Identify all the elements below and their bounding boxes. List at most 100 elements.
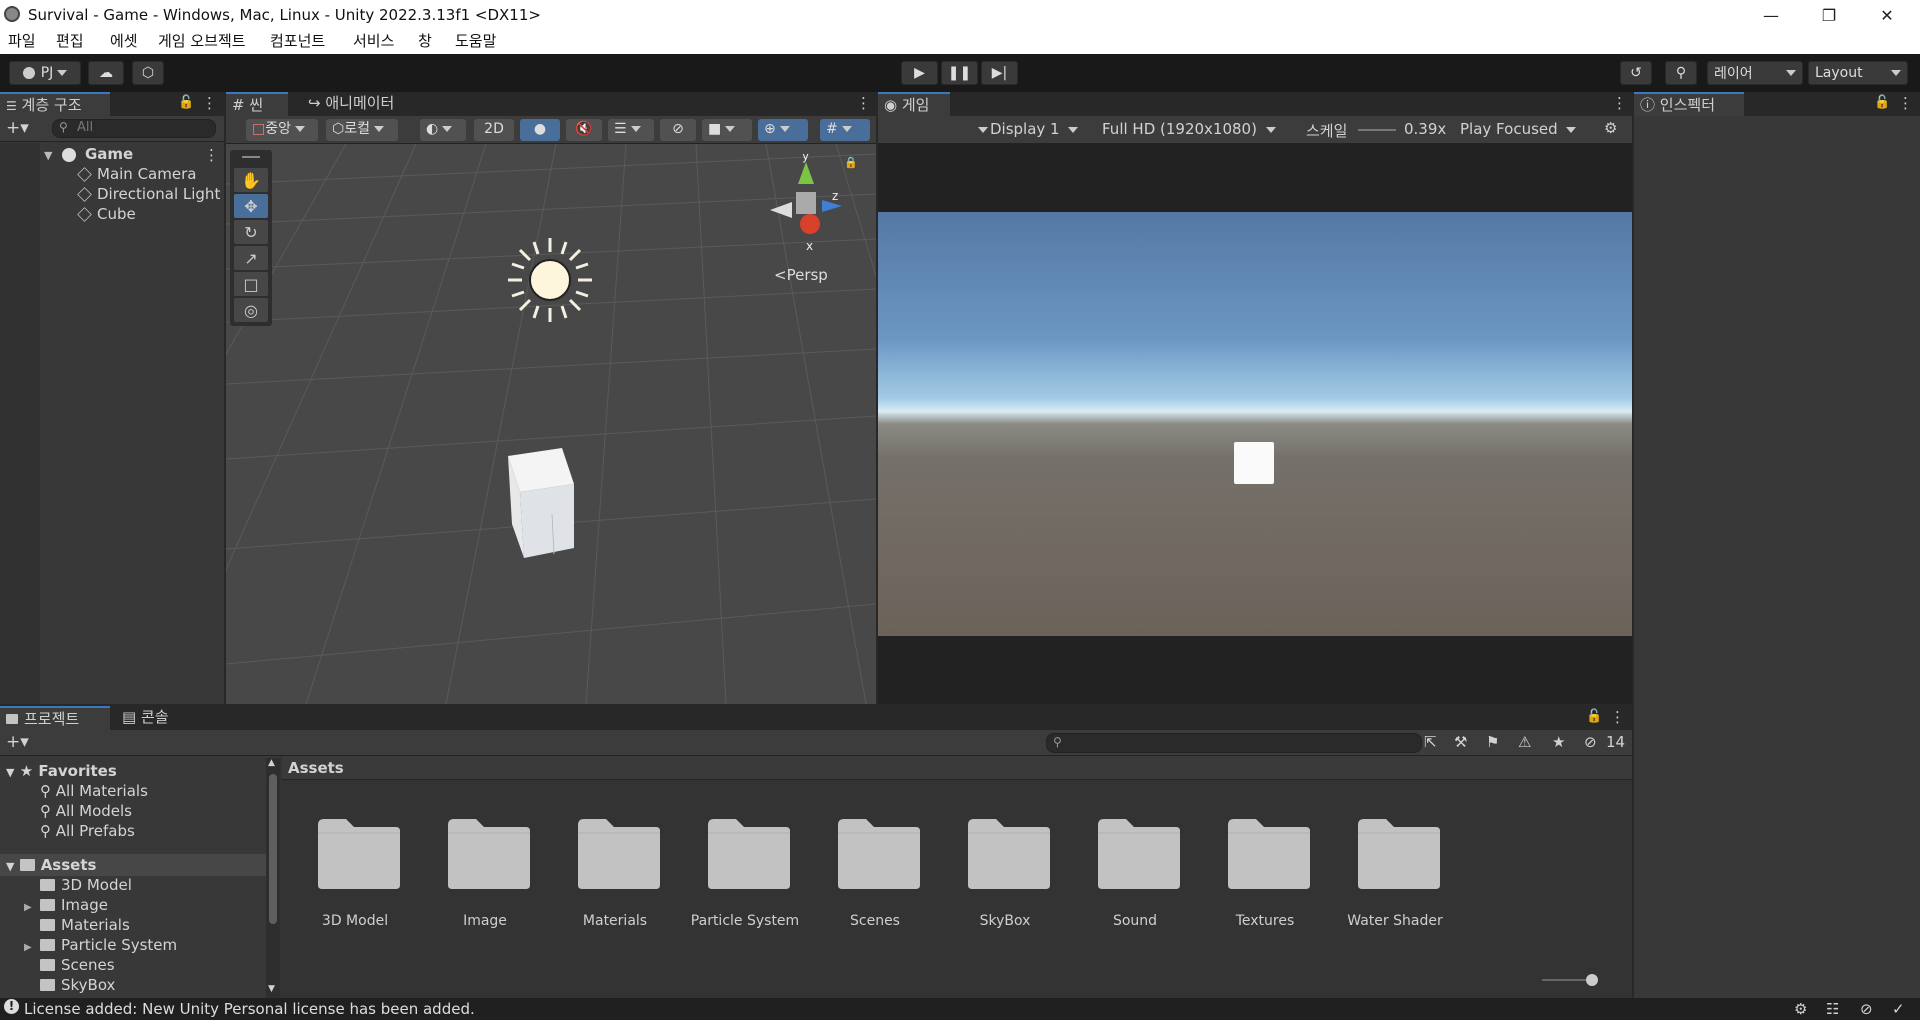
menu-file[interactable]: 파일 [8,30,36,52]
gizmo-lock-icon[interactable]: 🔒 [844,156,858,169]
scale-slider[interactable] [1358,129,1396,131]
bake-icon[interactable]: ⚙ [1794,1000,1807,1018]
collab-button[interactable]: ⬡ [132,61,164,85]
game-viewport[interactable] [878,212,1632,636]
camera-dropdown[interactable]: ■ [702,119,752,141]
lock-icon[interactable]: 🔓 [178,95,194,110]
menu-component[interactable]: 컴포넌트 [270,30,325,52]
minimize-button[interactable]: — [1742,0,1800,30]
scroll-down-icon[interactable]: ▼ [268,984,275,994]
network-icon[interactable]: ⊘ [1860,1000,1873,1018]
display-dropdown[interactable]: Display 1 [990,120,1092,138]
audio-toggle[interactable]: 🔇 [566,119,602,141]
scene-viewport[interactable]: ✋ ✥ ↻ ↗ □ ◎ y z x 🔒 <Persp [226,144,876,704]
gizmos-dropdown[interactable]: ⊕ [758,119,808,141]
cloud-button[interactable]: ☁ [88,61,124,85]
step-button[interactable]: ▶| [981,61,1018,85]
label-filter-icon[interactable]: ⚑ [1486,733,1499,751]
assets-tree-item[interactable]: ▶ Image [24,896,108,914]
favorite-all-prefabs[interactable]: ⚲ All Prefabs [40,822,135,840]
kebab-menu-icon[interactable]: ⋮ [1610,708,1625,726]
favorite-all-models[interactable]: ⚲ All Models [40,802,132,820]
tab-animator[interactable]: ↪ 애니메이터 [302,92,412,116]
add-icon[interactable]: +▾ [6,118,29,138]
persp-label[interactable]: <Persp [774,266,828,284]
tab-hierarchy[interactable]: ☰ 계층 구조 [0,92,110,116]
layers-dropdown[interactable]: 레이어 [1707,61,1803,85]
play-focus-dropdown[interactable]: Play Focused [1460,120,1592,138]
move-tool-button[interactable]: ✥ [234,194,268,218]
history-button[interactable]: ↺ [1620,61,1652,85]
favorite-all-materials[interactable]: ⚲ All Materials [40,782,148,800]
bug-icon[interactable]: ⚙ [1604,119,1617,137]
tab-scene[interactable]: # 씬 [226,92,288,116]
search-button[interactable]: ⚲ [1665,61,1697,85]
hierarchy-item-main-camera[interactable]: Main Camera [77,165,196,183]
assets-tree-item[interactable]: SkyBox [24,976,115,994]
resolution-dropdown[interactable]: Full HD (1920x1080) [1102,120,1298,138]
check-icon[interactable]: ✓ [1892,1000,1905,1018]
2d-toggle[interactable]: 2D [474,119,514,141]
pause-button[interactable]: ❚❚ [941,61,978,85]
menu-gameobject[interactable]: 게임 오브젝트 [158,30,246,52]
account-dropdown[interactable]: PJ [9,61,81,85]
assets-tree-item[interactable]: Scenes [24,956,115,974]
tab-inspector[interactable]: ⓘ 인스펙터 [1634,92,1744,116]
pivot-dropdown[interactable]: □중앙 [246,119,318,141]
create-add-icon[interactable]: +▾ [6,732,29,752]
hidden-packages-icon[interactable]: ⊘ [1584,733,1597,751]
orientation-gizmo[interactable]: y z x [766,154,846,254]
layout-dropdown[interactable]: Layout [1808,61,1908,85]
kebab-menu-icon[interactable]: ⋮ [856,94,871,112]
project-search-input[interactable]: ⚲ [1046,733,1422,753]
favorite-star-icon[interactable]: ★ [1552,733,1565,751]
type-filter-icon[interactable]: ⚒ [1454,733,1467,751]
hierarchy-search-input[interactable]: ⚲ All [52,119,216,138]
kebab-menu-icon[interactable]: ⋮ [202,94,217,112]
icon-size-slider[interactable] [1542,974,1598,986]
visibility-toggle[interactable]: ⊘ [660,119,696,141]
scene-row[interactable]: ▼ Game [44,145,133,163]
transform-tool-button[interactable]: ◎ [234,298,268,322]
shading-dropdown[interactable]: ◐ [420,119,466,141]
expand-arrow-icon[interactable]: ▶ [24,902,40,913]
project-tree-scrollbar[interactable]: ▲ ▼ [266,758,280,998]
slider-thumb[interactable] [1586,974,1598,986]
scrollbar-thumb[interactable] [269,774,277,924]
assets-tree-item[interactable]: Materials [24,916,130,934]
menu-services[interactable]: 서비스 [353,30,394,52]
grid-snap-dropdown[interactable]: # [820,119,870,141]
menu-assets[interactable]: 에셋 [110,30,138,52]
tab-project[interactable]: 프로젝트 [0,706,110,730]
rotate-tool-button[interactable]: ↻ [234,220,268,244]
warning-filter-icon[interactable]: ⚠ [1518,733,1531,751]
hierarchy-item-directional-light[interactable]: Directional Light [77,185,220,203]
space-dropdown[interactable]: ⬡로컬 [326,119,398,141]
restore-button[interactable]: ❐ [1800,0,1858,30]
scroll-up-icon[interactable]: ▲ [268,758,275,768]
lighting-toggle[interactable]: ● [520,119,560,141]
kebab-menu-icon[interactable]: ⋮ [1612,94,1627,112]
hand-tool-button[interactable]: ✋ [234,168,268,192]
close-button[interactable]: ✕ [1858,0,1916,30]
effects-dropdown[interactable]: ☰ [608,119,654,141]
game-mode-dropdown[interactable] [974,120,988,138]
status-message[interactable]: License added: New Unity Personal licens… [24,1000,475,1018]
assets-tree-item[interactable]: ▶ Particle System [24,936,177,954]
cube-object[interactable] [504,444,604,564]
assets-root[interactable]: ▼ Assets [6,856,96,874]
expand-arrow-icon[interactable]: ▶ [24,942,40,953]
play-button[interactable]: ▶ [901,61,938,85]
directional-light-icon[interactable] [504,234,596,326]
menu-window[interactable]: 창 [418,30,432,52]
kebab-menu-icon[interactable]: ⋮ [1898,94,1913,112]
breadcrumb-assets[interactable]: Assets [288,759,344,777]
menu-edit[interactable]: 편집 [56,30,84,52]
cache-server-icon[interactable]: ☷ [1826,1000,1839,1018]
lock-icon[interactable]: 🔓 [1586,709,1602,724]
favorites-header[interactable]: ▼ ★ Favorites [6,762,117,780]
tab-game[interactable]: ◉ 게임 [878,92,950,116]
assets-tree-item[interactable]: 3D Model [24,876,132,894]
search-options-icon[interactable]: ⇱ [1424,733,1437,751]
tab-console[interactable]: ▤ 콘솔 [116,706,196,730]
